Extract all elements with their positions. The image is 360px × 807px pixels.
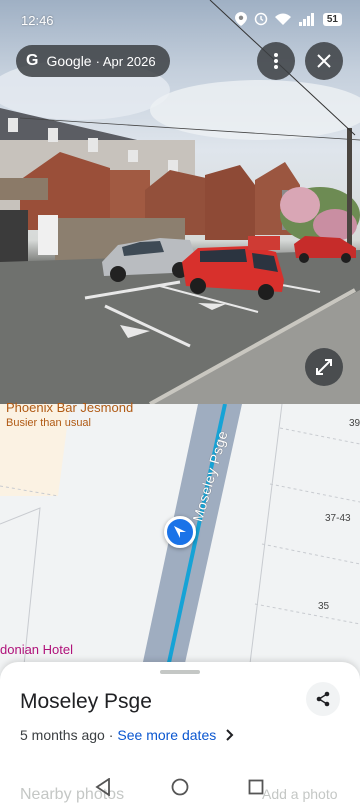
home-nav-button[interactable] xyxy=(169,776,191,798)
share-button[interactable] xyxy=(306,682,340,716)
capture-date: · Apr 2026 xyxy=(95,53,156,69)
status-icons: 51 xyxy=(234,12,342,26)
status-bar: 12:46 51 xyxy=(0,0,360,40)
map-canvas xyxy=(0,404,360,704)
current-position-marker[interactable] xyxy=(164,516,196,548)
fullscreen-icon xyxy=(316,359,332,375)
back-nav-button[interactable] xyxy=(92,776,114,798)
imagery-source-pill[interactable]: G Google · Apr 2026 xyxy=(16,45,170,77)
poi-name: Phoenix Bar Jesmond xyxy=(6,400,134,415)
capture-age: 5 months ago · xyxy=(20,727,114,743)
house-number: 35 xyxy=(318,601,330,612)
street-view-photo[interactable]: 12:46 51 G Google · Apr 2026 xyxy=(0,0,360,404)
house-number: 37-43 xyxy=(325,513,351,524)
home-nav-icon xyxy=(171,778,189,796)
recents-nav-icon xyxy=(248,779,264,795)
close-button[interactable] xyxy=(305,42,343,80)
more-vert-icon xyxy=(274,53,278,69)
house-number: 39 xyxy=(349,418,360,429)
provider-label: Google xyxy=(46,53,92,69)
more-options-button[interactable] xyxy=(257,42,295,80)
recents-nav-button[interactable] xyxy=(245,776,267,798)
sheet-drag-handle[interactable] xyxy=(160,670,200,674)
google-g-icon: G xyxy=(26,52,39,69)
system-navigation-bar xyxy=(0,770,360,807)
close-icon xyxy=(317,54,331,68)
place-title: Moseley Psge xyxy=(20,690,152,713)
poi-hotel-label[interactable]: donian Hotel xyxy=(0,642,73,657)
direction-arrow-icon xyxy=(174,526,186,538)
poi-busy-status: Busier than usual xyxy=(6,417,91,429)
signal-icon xyxy=(298,12,314,26)
fullscreen-button[interactable] xyxy=(305,348,343,386)
wifi-icon xyxy=(274,13,291,25)
location-icon xyxy=(234,12,247,26)
back-nav-icon xyxy=(95,778,110,796)
map-view[interactable] xyxy=(0,404,360,704)
share-icon xyxy=(316,691,330,707)
status-time: 12:46 xyxy=(21,13,54,28)
chevron-right-icon[interactable] xyxy=(226,729,234,741)
see-more-dates-link[interactable]: See more dates xyxy=(117,727,216,743)
battery-level: 51 xyxy=(322,12,342,26)
capture-age-row: 5 months ago · See more dates xyxy=(20,727,234,743)
alarm-icon xyxy=(254,12,268,26)
